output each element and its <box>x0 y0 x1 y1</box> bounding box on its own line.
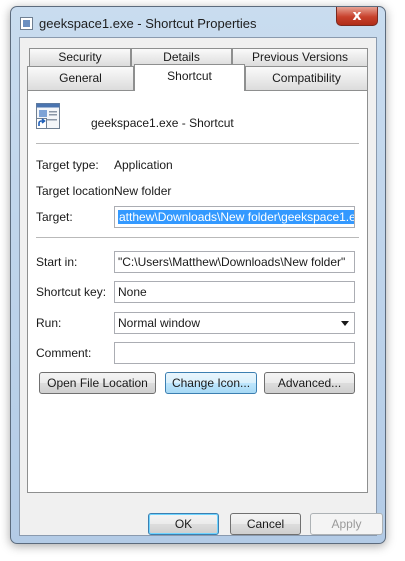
start-in-field[interactable]: "C:\Users\Matthew\Downloads\New folder" <box>114 251 355 273</box>
separator <box>36 237 359 238</box>
shortcut-properties-icon <box>20 17 33 30</box>
change-icon-button[interactable]: Change Icon... <box>165 372 257 394</box>
target-label: Target: <box>36 210 73 224</box>
shortcut-key-field[interactable]: None <box>114 281 355 303</box>
cancel-button[interactable]: Cancel <box>230 513 301 535</box>
window-title: geekspace1.exe - Shortcut Properties <box>39 16 257 31</box>
title-bar[interactable]: geekspace1.exe - Shortcut Properties x <box>11 7 385 37</box>
open-file-location-button[interactable]: Open File Location <box>39 372 156 394</box>
tab-previous-versions[interactable]: Previous Versions <box>232 48 368 66</box>
shortcut-name: geekspace1.exe - Shortcut <box>91 116 234 130</box>
target-location-value: New folder <box>114 184 172 198</box>
advanced-button[interactable]: Advanced... <box>264 372 355 394</box>
chevron-down-icon <box>341 321 349 326</box>
tab-compatibility[interactable]: Compatibility <box>245 66 368 90</box>
shortcut-tab-panel: geekspace1.exe - Shortcut Target type: A… <box>27 90 368 493</box>
target-location-label: Target location: <box>36 184 118 198</box>
apply-button[interactable]: Apply <box>310 513 383 535</box>
run-dropdown-value: Normal window <box>118 316 201 330</box>
ok-button[interactable]: OK <box>148 513 219 535</box>
target-field-text: atthew\Downloads\New folder\geekspace1.e… <box>118 210 354 224</box>
properties-window: geekspace1.exe - Shortcut Properties x S… <box>10 6 386 544</box>
close-button[interactable]: x <box>336 7 378 26</box>
run-label: Run: <box>36 316 62 330</box>
shortcut-key-label: Shortcut key: <box>36 285 107 299</box>
dialog-client-area: Security Details Previous Versions Gener… <box>19 37 383 536</box>
comment-field[interactable] <box>114 342 355 364</box>
tab-shortcut[interactable]: Shortcut <box>134 64 245 91</box>
run-dropdown[interactable]: Normal window <box>114 312 355 334</box>
start-in-label: Start in: <box>36 255 78 269</box>
tab-general[interactable]: General <box>27 66 134 90</box>
comment-label: Comment: <box>36 346 92 360</box>
application-shortcut-icon <box>36 103 60 129</box>
target-type-label: Target type: <box>36 158 99 172</box>
tab-security[interactable]: Security <box>29 48 131 66</box>
target-field[interactable]: atthew\Downloads\New folder\geekspace1.e… <box>114 206 355 228</box>
target-type-value: Application <box>114 158 173 172</box>
separator <box>36 143 359 144</box>
